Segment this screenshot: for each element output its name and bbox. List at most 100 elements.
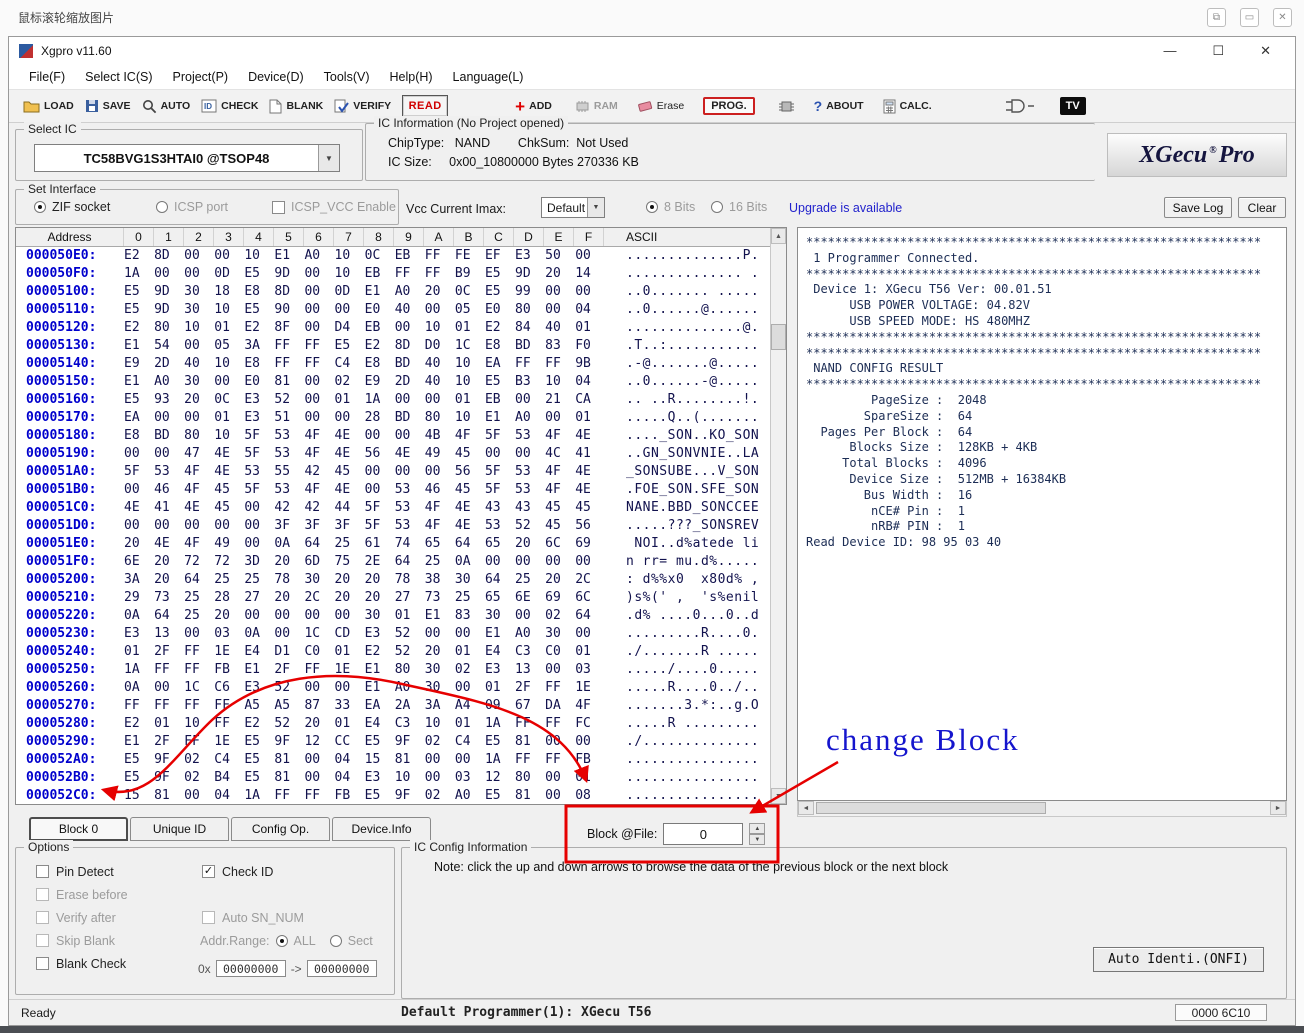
ic-combobox[interactable]: TC58BVG1S3HTAI0 @TSOP48 ▼ bbox=[34, 144, 340, 172]
log-horizontal-scrollbar[interactable]: ◄ ► bbox=[797, 801, 1287, 817]
spin-up-icon[interactable]: ▲ bbox=[749, 823, 765, 834]
chip-test-button[interactable] bbox=[778, 99, 795, 114]
addr-sect-radio[interactable] bbox=[330, 935, 342, 947]
radio-icon[interactable] bbox=[156, 201, 168, 213]
option-auto-sn-num[interactable]: Auto SN_NUM bbox=[202, 906, 304, 929]
checkbox-icon[interactable] bbox=[36, 934, 49, 947]
spin-down-icon[interactable]: ▼ bbox=[749, 834, 765, 845]
zif-socket-radio[interactable]: ZIF socket bbox=[34, 200, 110, 214]
tab-config-op[interactable]: Config Op. bbox=[231, 817, 330, 841]
hex-editor[interactable]: Address0123456789ABCDEFASCII 000050E0:E2… bbox=[15, 227, 787, 805]
upgrade-link[interactable]: Upgrade is available bbox=[789, 201, 902, 215]
hex-row[interactable]: 000051B0:00 46 4F 45 5F 53 4F 4E 00 53 4… bbox=[16, 481, 770, 499]
hex-row[interactable]: 00005290:E1 2F FF 1E E5 9F 12 CC E5 9F 0… bbox=[16, 733, 770, 751]
hex-row[interactable]: 00005180:E8 BD 80 10 5F 53 4F 4E 00 00 4… bbox=[16, 427, 770, 445]
minimize-button[interactable]: — bbox=[1163, 43, 1176, 59]
scrollbar-thumb[interactable] bbox=[771, 324, 786, 350]
erase-button[interactable]: Erase bbox=[637, 99, 684, 113]
addr-all-radio[interactable] bbox=[276, 935, 288, 947]
hex-row[interactable]: 00005160:E5 93 20 0C E3 52 00 01 1A 00 0… bbox=[16, 391, 770, 409]
option-check-id[interactable]: ✓ Check ID bbox=[202, 860, 273, 883]
save-log-button[interactable]: Save Log bbox=[1164, 197, 1232, 218]
clear-button[interactable]: Clear bbox=[1238, 197, 1286, 218]
checkbox-icon[interactable] bbox=[36, 865, 49, 878]
checkbox-icon[interactable]: ✓ bbox=[202, 865, 215, 878]
bits-16-radio[interactable]: 16 Bits bbox=[711, 200, 767, 214]
hex-row[interactable]: 00005130:E1 54 00 05 3A FF FF E5 E2 8D D… bbox=[16, 337, 770, 355]
menu-language-l[interactable]: Language(L) bbox=[443, 70, 534, 84]
open-external-icon[interactable]: ⧉ bbox=[1207, 8, 1226, 27]
tv-button[interactable]: TV bbox=[1060, 97, 1086, 115]
hex-row[interactable]: 00005170:EA 00 00 01 E3 51 00 00 28 BD 8… bbox=[16, 409, 770, 427]
hex-vertical-scrollbar[interactable]: ▲ ▼ bbox=[770, 228, 786, 804]
hex-row[interactable]: 00005220:0A 64 25 20 00 00 00 00 30 01 E… bbox=[16, 607, 770, 625]
scroll-up-icon[interactable]: ▲ bbox=[771, 228, 786, 244]
hex-row[interactable]: 000051A0:5F 53 4F 4E 53 55 42 45 00 00 0… bbox=[16, 463, 770, 481]
hex-row[interactable]: 000051E0:20 4E 4F 49 00 0A 64 25 61 74 6… bbox=[16, 535, 770, 553]
hex-row[interactable]: 000052B0:E5 9F 02 B4 E5 81 00 04 E3 10 0… bbox=[16, 769, 770, 787]
about-button[interactable]: ? ABOUT bbox=[814, 99, 864, 113]
vcc-dropdown[interactable]: Default ▼ bbox=[541, 197, 605, 218]
chevron-down-icon[interactable]: ▼ bbox=[318, 145, 339, 171]
close-button[interactable]: ✕ bbox=[1260, 43, 1271, 59]
menu-device-d[interactable]: Device(D) bbox=[238, 70, 314, 84]
icsp-port-radio[interactable]: ICSP port bbox=[156, 200, 228, 214]
menu-project-p[interactable]: Project(P) bbox=[163, 70, 239, 84]
hex-row[interactable]: 00005230:E3 13 00 03 0A 00 1C CD E3 52 0… bbox=[16, 625, 770, 643]
chevron-down-icon[interactable]: ▼ bbox=[587, 198, 604, 217]
add-button[interactable]: + ADD bbox=[515, 98, 552, 115]
scroll-right-icon[interactable]: ► bbox=[1270, 801, 1286, 815]
hex-row[interactable]: 00005110:E5 9D 30 10 E5 90 00 00 E0 40 0… bbox=[16, 301, 770, 319]
checkbox-icon[interactable] bbox=[36, 911, 49, 924]
hex-row[interactable]: 00005190:00 00 47 4E 5F 53 4F 4E 56 4E 4… bbox=[16, 445, 770, 463]
save-button[interactable]: SAVE bbox=[85, 99, 131, 113]
ram-button[interactable]: RAM bbox=[575, 100, 618, 113]
checkbox-icon[interactable] bbox=[202, 911, 215, 924]
hex-row[interactable]: 00005250:1A FF FF FB E1 2F FF 1E E1 80 3… bbox=[16, 661, 770, 679]
hex-row[interactable]: 000052A0:E5 9F 02 C4 E5 81 00 04 15 81 0… bbox=[16, 751, 770, 769]
option-pin-detect[interactable]: Pin Detect bbox=[36, 860, 128, 883]
read-button[interactable]: READ bbox=[402, 95, 448, 117]
menu-help-h[interactable]: Help(H) bbox=[379, 70, 442, 84]
tab-unique-id[interactable]: Unique ID bbox=[130, 817, 229, 841]
hex-row[interactable]: 000050F0:1A 00 00 0D E5 9D 00 10 EB FF F… bbox=[16, 265, 770, 283]
menu-select-ic-s[interactable]: Select IC(S) bbox=[75, 70, 162, 84]
hex-row[interactable]: 00005120:E2 80 10 01 E2 8F 00 D4 EB 00 1… bbox=[16, 319, 770, 337]
hex-row[interactable]: 00005140:E9 2D 40 10 E8 FF FF C4 E8 BD 4… bbox=[16, 355, 770, 373]
auto-identify-button[interactable]: Auto Identi.(ONFI) bbox=[1093, 947, 1264, 972]
check-button[interactable]: ID CHECK bbox=[201, 99, 258, 113]
radio-icon[interactable] bbox=[34, 201, 46, 213]
icsp-vcc-checkbox[interactable]: ICSP_VCC Enable bbox=[272, 200, 396, 214]
restore-window-icon[interactable]: ▭ bbox=[1240, 8, 1259, 27]
hex-row[interactable]: 000052C0:15 81 00 04 1A FF FF FB E5 9F 0… bbox=[16, 787, 770, 804]
close-viewer-icon[interactable]: ✕ bbox=[1273, 8, 1292, 27]
logic-test-button[interactable] bbox=[1005, 98, 1035, 115]
hex-row[interactable]: 000051D0:00 00 00 00 00 3F 3F 3F 5F 53 4… bbox=[16, 517, 770, 535]
hex-row[interactable]: 00005240:01 2F FF 1E E4 D1 C0 01 E2 52 2… bbox=[16, 643, 770, 661]
option-verify-after[interactable]: Verify after bbox=[36, 906, 128, 929]
menu-tools-v[interactable]: Tools(V) bbox=[314, 70, 380, 84]
maximize-button[interactable]: ☐ bbox=[1212, 43, 1224, 59]
checkbox-icon[interactable] bbox=[36, 888, 49, 901]
hex-row[interactable]: 00005270:FF FF FF FF A5 A5 87 33 EA 2A 3… bbox=[16, 697, 770, 715]
log-panel[interactable]: ****************************************… bbox=[797, 227, 1287, 801]
option-skip-blank[interactable]: Skip Blank bbox=[36, 929, 128, 952]
hex-row[interactable]: 000051F0:6E 20 72 72 3D 20 6D 75 2E 64 2… bbox=[16, 553, 770, 571]
hex-row[interactable]: 00005260:0A 00 1C C6 E3 52 00 00 E1 A0 3… bbox=[16, 679, 770, 697]
verify-button[interactable]: VERIFY bbox=[334, 99, 391, 114]
hex-row[interactable]: 00005210:29 73 25 28 27 20 2C 20 20 27 7… bbox=[16, 589, 770, 607]
hex-row[interactable]: 00005150:E1 A0 30 00 E0 81 00 02 E9 2D 4… bbox=[16, 373, 770, 391]
range-from-input[interactable] bbox=[216, 960, 286, 977]
option-erase-before[interactable]: Erase before bbox=[36, 883, 128, 906]
tab-device-info[interactable]: Device.Info bbox=[332, 817, 431, 841]
menu-file-f[interactable]: File(F) bbox=[19, 70, 75, 84]
bits-8-radio[interactable]: 8 Bits bbox=[646, 200, 695, 214]
option-blank-check[interactable]: Blank Check bbox=[36, 952, 128, 975]
block-file-input[interactable] bbox=[663, 823, 743, 845]
tab-block-0[interactable]: Block 0 bbox=[29, 817, 128, 841]
hex-row[interactable]: 00005280:E2 01 10 FF E2 52 20 01 E4 C3 1… bbox=[16, 715, 770, 733]
hex-row[interactable]: 000051C0:4E 41 4E 45 00 42 42 44 5F 53 4… bbox=[16, 499, 770, 517]
prog-button[interactable]: PROG. bbox=[703, 97, 754, 115]
checkbox-icon[interactable] bbox=[36, 957, 49, 970]
scrollbar-thumb[interactable] bbox=[816, 802, 1046, 814]
